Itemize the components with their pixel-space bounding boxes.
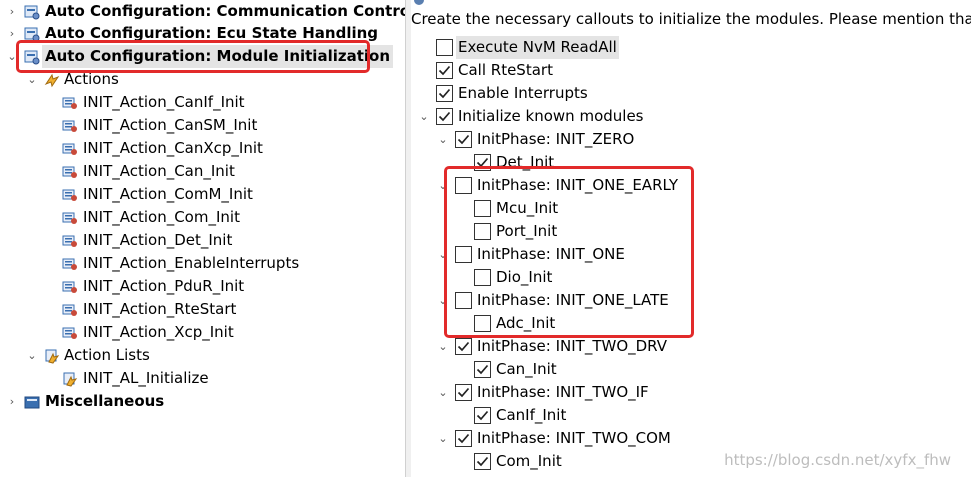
checkbox[interactable]	[455, 246, 472, 263]
chevron-down-icon[interactable]: ⌄	[26, 68, 38, 91]
checkbox-label: InitPhase: INIT_TWO_DRV	[477, 337, 668, 355]
tree-item-label: INIT_Action_CanSM_Init	[83, 116, 258, 134]
config-node-icon	[24, 5, 40, 20]
checkbox-label: CanIf_Init	[496, 406, 567, 424]
checkbox[interactable]	[455, 384, 472, 401]
action-icon	[62, 143, 77, 155]
checkbox-label: Mcu_Init	[496, 199, 559, 217]
tree-item-label: INIT_Action_Can_Init	[83, 162, 235, 180]
description-text: Create the necessary callouts to initial…	[411, 10, 971, 28]
chevron-down-icon[interactable]: ⌄	[437, 335, 449, 358]
chevron-down-icon[interactable]: ⌄	[418, 105, 430, 128]
tree-item-label: Auto Configuration: Communication Contro…	[45, 2, 405, 20]
chevron-down-icon[interactable]: ⌄	[437, 381, 449, 404]
action-icon	[62, 166, 77, 178]
action-icon	[62, 304, 77, 316]
checkbox-label: Enable Interrupts	[458, 84, 588, 102]
checkbox-label: Det_Init	[496, 153, 555, 171]
checkbox-label: InitPhase: INIT_TWO_IF	[477, 383, 649, 401]
checkbox[interactable]	[474, 453, 491, 470]
info-icon	[414, 0, 424, 5]
action-icon	[62, 212, 77, 224]
tree-item-label: INIT_Action_PduR_Init	[83, 277, 245, 295]
checkbox[interactable]	[436, 39, 453, 56]
checkbox-label: InitPhase: INIT_ONE_LATE	[477, 291, 669, 309]
checkbox[interactable]	[474, 200, 491, 217]
left-tree-pane: › Auto Configuration: Communication Cont…	[0, 0, 405, 477]
action-icon	[62, 97, 77, 109]
config-node-icon	[24, 50, 40, 65]
checkbox-label: InitPhase: INIT_ONE_EARLY	[477, 176, 679, 194]
checkbox-label: Execute NvM ReadAll	[456, 36, 619, 59]
tree-item-label: INIT_Action_ComM_Init	[83, 185, 253, 203]
action-icon	[62, 235, 77, 247]
checkbox-label: Call RteStart	[458, 61, 553, 79]
checkbox[interactable]	[474, 223, 491, 240]
action-icon	[62, 120, 77, 132]
action-icon	[62, 258, 77, 270]
checkbox-label: Com_Init	[496, 452, 562, 470]
checkbox[interactable]	[474, 315, 491, 332]
tree-item-label: INIT_Action_CanIf_Init	[83, 93, 245, 111]
tree-item-label: Action Lists	[64, 346, 150, 364]
tree-item-label: Miscellaneous	[45, 392, 165, 410]
tree-item-label: Auto Configuration: Ecu State Handling	[45, 24, 379, 42]
action-icon	[62, 281, 77, 293]
checkbox-label: InitPhase: INIT_TWO_COM	[477, 429, 671, 447]
checkbox-label: Can_Init	[496, 360, 557, 378]
actions-folder-icon	[44, 73, 60, 88]
folder-icon	[24, 396, 40, 409]
tree-item-label: INIT_Action_Det_Init	[83, 231, 233, 249]
right-settings-pane: Create the necessary callouts to initial…	[411, 0, 971, 477]
tree-item-label: INIT_AL_Initialize	[83, 369, 209, 387]
tree-item-label: INIT_Action_Xcp_Init	[83, 323, 234, 341]
checkbox[interactable]	[455, 177, 472, 194]
checkbox[interactable]	[455, 131, 472, 148]
chevron-right-icon[interactable]: ›	[6, 390, 18, 413]
chevron-down-icon[interactable]: ⌄	[437, 427, 449, 450]
checkbox-label: Dio_Init	[496, 268, 553, 286]
checkbox[interactable]	[455, 292, 472, 309]
checkbox[interactable]	[436, 85, 453, 102]
chevron-down-icon[interactable]: ⌄	[437, 243, 449, 266]
chevron-down-icon[interactable]: ⌄	[6, 45, 18, 68]
action-icon	[62, 327, 77, 339]
checkbox[interactable]	[474, 361, 491, 378]
chevron-down-icon[interactable]: ⌄	[26, 344, 38, 367]
tree-item-label: INIT_Action_RteStart	[83, 300, 237, 318]
action-list-icon	[45, 349, 60, 364]
action-list-icon	[63, 372, 78, 387]
checkbox-label: Initialize known modules	[458, 107, 644, 125]
checkbox[interactable]	[474, 269, 491, 286]
checkbox[interactable]	[455, 430, 472, 447]
tree-item-label: INIT_Action_EnableInterrupts	[83, 254, 300, 272]
tree-item-label: INIT_Action_CanXcp_Init	[83, 139, 263, 157]
checkbox[interactable]	[474, 154, 491, 171]
checkbox-label: InitPhase: INIT_ONE	[477, 245, 625, 263]
checkbox[interactable]	[436, 108, 453, 125]
chevron-right-icon[interactable]: ›	[6, 0, 18, 23]
checkbox[interactable]	[455, 338, 472, 355]
chevron-right-icon[interactable]: ›	[6, 22, 18, 45]
chevron-down-icon[interactable]: ⌄	[437, 174, 449, 197]
tree-item-label: INIT_Action_Com_Init	[83, 208, 240, 226]
checkbox[interactable]	[436, 62, 453, 79]
checkbox-label: InitPhase: INIT_ZERO	[477, 130, 635, 148]
action-icon	[62, 189, 77, 201]
tree-item-label: Auto Configuration: Module Initializatio…	[42, 45, 393, 68]
config-node-icon	[24, 27, 40, 42]
chevron-down-icon[interactable]: ⌄	[437, 289, 449, 312]
checkbox[interactable]	[474, 407, 491, 424]
watermark: https://blog.csdn.net/xyfx_fhw	[724, 451, 951, 469]
tree-item-label: Actions	[64, 70, 119, 88]
checkbox-label: Port_Init	[496, 222, 558, 240]
chevron-down-icon[interactable]: ⌄	[437, 128, 449, 151]
checkbox-label: Adc_Init	[496, 314, 556, 332]
